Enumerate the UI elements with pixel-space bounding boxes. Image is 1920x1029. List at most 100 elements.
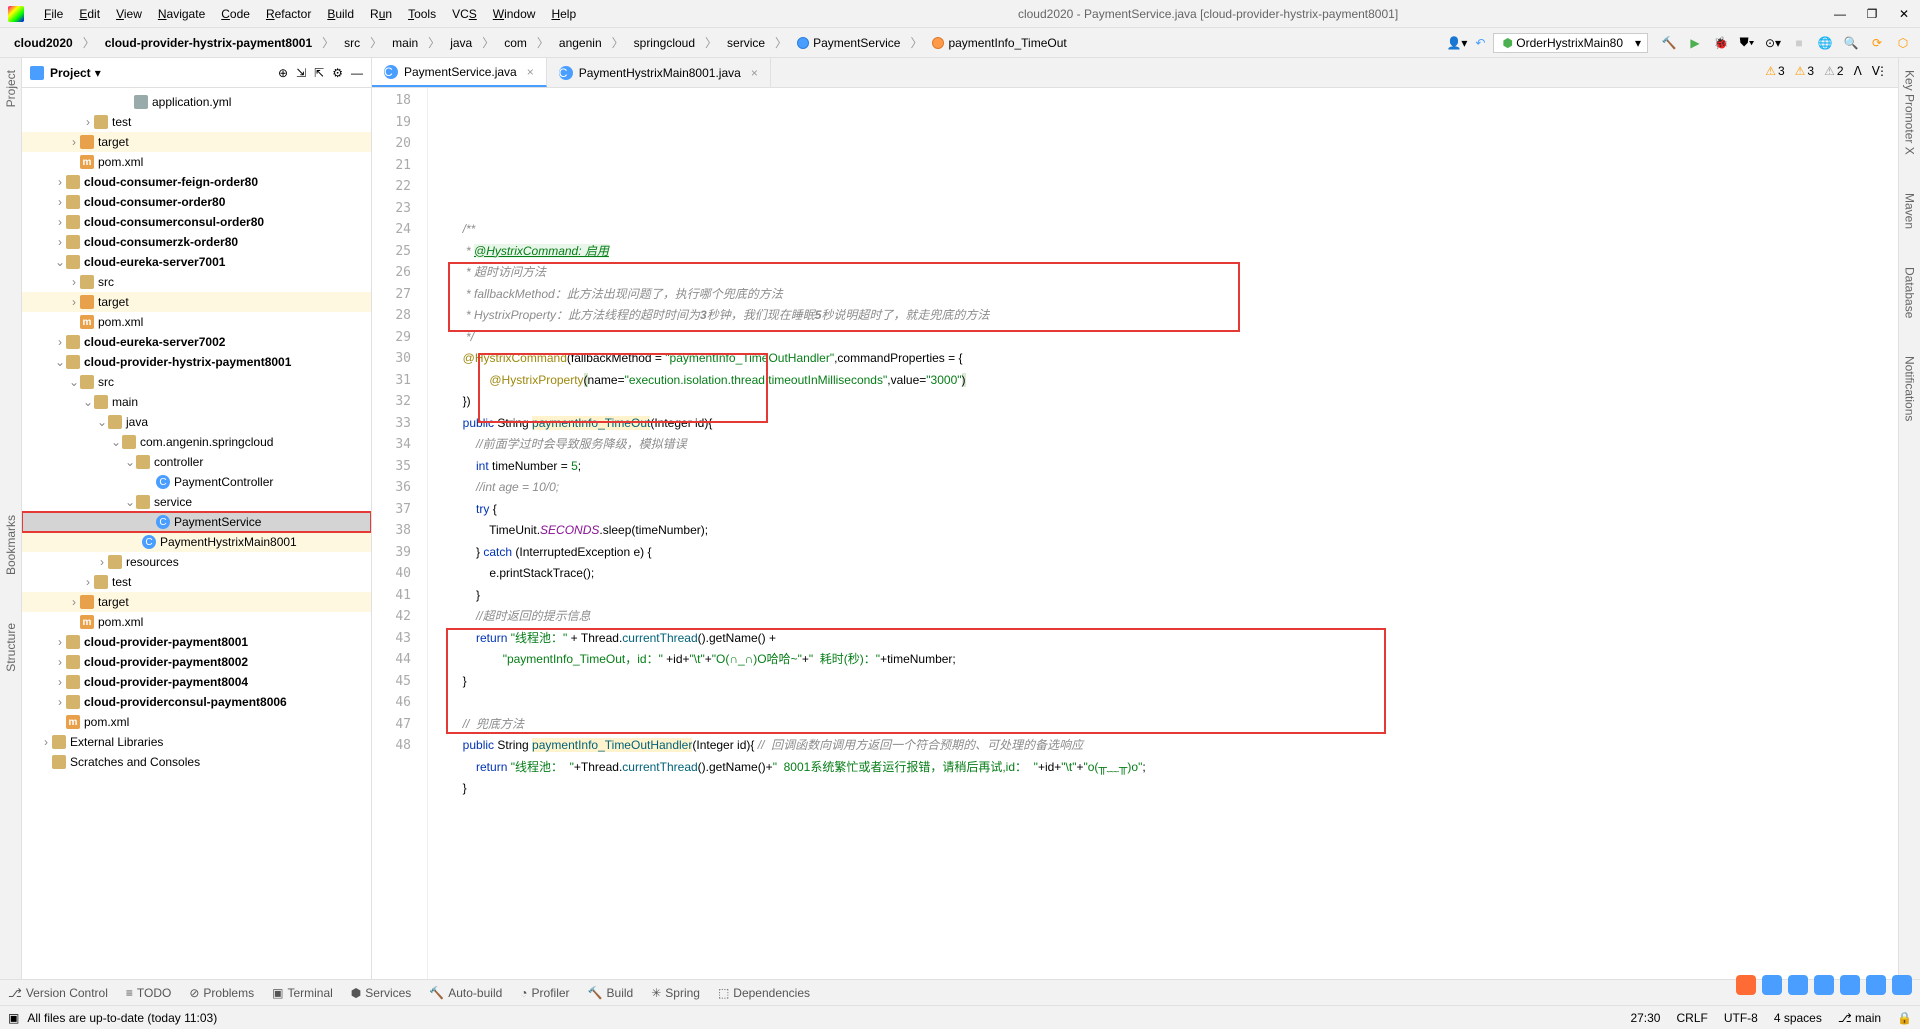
tree-item[interactable]: ›target [22,292,371,312]
todo-button[interactable]: ≡ TODO [126,986,171,1000]
translate-icon[interactable]: 🌐 [1816,34,1834,52]
close-tab-icon[interactable]: × [527,65,534,79]
select-opened-icon[interactable]: ⊕ [278,66,288,80]
version-control-button[interactable]: ⎇ Version Control [8,986,108,1000]
tree-item[interactable]: ›resources [22,552,371,572]
ime-opt-3[interactable] [1814,975,1834,995]
breadcrumb-item[interactable]: cloud-provider-hystrix-payment8001 [99,34,318,52]
ime-opt-2[interactable] [1788,975,1808,995]
dependencies-button[interactable]: ⬚ Dependencies [718,986,810,1000]
build-button[interactable]: 🔨 Build [588,986,634,1000]
database-button[interactable]: Database [1903,263,1917,322]
menu-edit[interactable]: Edit [71,7,108,21]
tree-item[interactable]: ›cloud-consumerconsul-order80 [22,212,371,232]
problems-button[interactable]: ⊘ Problems [189,986,254,1000]
user-icon[interactable]: 👤▾ [1446,36,1467,50]
menu-view[interactable]: View [108,7,150,21]
run-icon[interactable]: ▶ [1686,34,1704,52]
debug-icon[interactable]: 🐞 [1712,34,1730,52]
tree-item[interactable]: ›cloud-consumer-feign-order80 [22,172,371,192]
tool-window-toggle[interactable]: ▣ [8,1011,19,1025]
tree-item[interactable]: ›cloud-provider-payment8004 [22,672,371,692]
bookmarks-tool-button[interactable]: Bookmarks [4,511,18,579]
tree-item[interactable]: CPaymentService [22,512,371,532]
tree-item[interactable]: ›target [22,132,371,152]
tree-item[interactable]: mpom.xml [22,712,371,732]
terminal-button[interactable]: ▣ Terminal [272,986,333,1000]
build-icon[interactable]: 🔨 [1660,34,1678,52]
autobuild-button[interactable]: 🔨 Auto-build [429,986,502,1000]
tree-item[interactable]: ›External Libraries [22,732,371,752]
menu-code[interactable]: Code [213,7,258,21]
tree-item[interactable]: ›cloud-provider-payment8002 [22,652,371,672]
tree-item[interactable]: ›test [22,572,371,592]
spring-button[interactable]: ✳ Spring [651,986,700,1000]
run-config-selector[interactable]: ⬢ OrderHystrixMain80 [1493,33,1648,53]
line-separator[interactable]: CRLF [1676,1011,1707,1025]
tree-item[interactable]: mpom.xml [22,612,371,632]
tree-item[interactable]: ⌄cloud-provider-hystrix-payment8001 [22,352,371,372]
tree-item[interactable]: application.yml [22,92,371,112]
coverage-icon[interactable]: ⛊▾ [1738,34,1756,52]
breadcrumb-item[interactable]: main [386,34,424,52]
tree-item[interactable]: ›target [22,592,371,612]
breadcrumb-item[interactable]: cloud2020 [8,34,79,52]
ide-update-icon[interactable]: ⬡ [1894,34,1912,52]
menu-navigate[interactable]: Navigate [150,7,213,21]
services-button[interactable]: ⬢ Services [351,986,412,1000]
tab-payment-hystrix-main[interactable]: C PaymentHystrixMain8001.java × [547,58,771,87]
tree-item[interactable]: mpom.xml [22,312,371,332]
git-branch[interactable]: ⎇ main [1838,1011,1881,1025]
menu-help[interactable]: Help [543,7,584,21]
tree-item[interactable]: ›test [22,112,371,132]
project-tree[interactable]: application.yml›test›targetmpom.xml›clou… [22,88,371,979]
breadcrumb-item[interactable]: paymentInfo_TimeOut [926,34,1072,52]
nav-back-icon[interactable]: ↶ [1475,36,1485,50]
ime-opt-1[interactable] [1762,975,1782,995]
project-tool-button[interactable]: Project [4,66,18,111]
indent[interactable]: 4 spaces [1774,1011,1822,1025]
key-promoter-button[interactable]: Key Promoter X [1903,66,1917,159]
notifications-button[interactable]: Notifications [1903,352,1917,425]
tree-item[interactable]: ›cloud-providerconsul-payment8006 [22,692,371,712]
close-button[interactable]: ✕ [1896,7,1912,21]
line-gutter[interactable]: 18 19 20 21 22 23 24 25 26 27 28 29 30 3… [372,88,428,979]
structure-tool-button[interactable]: Structure [4,619,18,676]
breadcrumb-item[interactable]: springcloud [628,34,701,52]
maximize-button[interactable]: ❐ [1864,7,1880,21]
tree-item[interactable]: CPaymentHystrixMain8001 [22,532,371,552]
maven-button[interactable]: Maven [1903,189,1917,233]
breadcrumb-item[interactable]: PaymentService [791,34,906,52]
settings-icon[interactable]: ⚙ [332,66,343,80]
prev-highlight-icon[interactable]: ᐱ [1854,64,1862,78]
tree-item[interactable]: ›cloud-provider-payment8001 [22,632,371,652]
tree-item[interactable]: ⌄src [22,372,371,392]
tree-item[interactable]: ⌄main [22,392,371,412]
tree-item[interactable]: CPaymentController [22,472,371,492]
caret-position[interactable]: 27:30 [1630,1011,1660,1025]
code-editor[interactable]: /** * @HystrixCommand: 启用 * 超时访问方法 * fal… [428,88,1898,979]
tree-item[interactable]: ›cloud-eureka-server7002 [22,332,371,352]
tree-item[interactable]: ⌄com.angenin.springcloud [22,432,371,452]
breadcrumb-item[interactable]: java [444,34,478,52]
close-tab-icon[interactable]: × [751,66,758,80]
stop-icon[interactable]: ■ [1790,34,1808,52]
encoding[interactable]: UTF-8 [1724,1011,1758,1025]
breadcrumb-item[interactable]: src [338,34,366,52]
ime-opt-6[interactable] [1892,975,1912,995]
tree-item[interactable]: ›src [22,272,371,292]
tree-item[interactable]: ›cloud-consumer-order80 [22,192,371,212]
menu-window[interactable]: Window [485,7,544,21]
ime-opt-5[interactable] [1866,975,1886,995]
breadcrumb-item[interactable]: angenin [553,34,608,52]
ime-opt-4[interactable] [1840,975,1860,995]
menu-vcs[interactable]: VCS [444,7,485,21]
next-highlight-icon[interactable]: ᐯ [1872,64,1880,78]
menu-refactor[interactable]: Refactor [258,7,319,21]
menu-tools[interactable]: Tools [400,7,444,21]
profiler-button[interactable]: ◔ Profiler [520,986,569,1000]
expand-all-icon[interactable]: ⇲ [296,66,306,80]
inspections-widget[interactable]: ⚠3 ⚠3 ⚠2 ᐱ ᐯ [1765,64,1880,78]
ime-icon[interactable] [1736,975,1756,995]
menu-file[interactable]: File [36,7,71,21]
